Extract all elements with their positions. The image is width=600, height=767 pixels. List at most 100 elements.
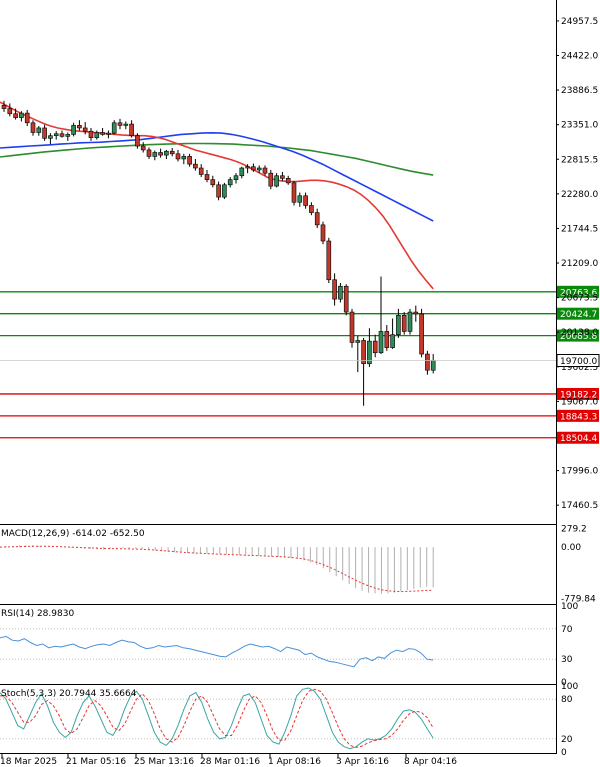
time-axis: 18 Mar 2025 21 Mar 05:16 25 Mar 13:16 28 Ma… — [0, 754, 457, 767]
candle-body — [303, 195, 308, 206]
candle-body — [106, 132, 111, 135]
rsi-tick-label: 100 — [561, 602, 578, 612]
candle-body — [326, 240, 332, 281]
candle-body — [19, 112, 24, 118]
macd-tick-label: 0.00 — [561, 543, 581, 553]
candle-body — [193, 163, 198, 169]
candle-body — [71, 125, 76, 135]
price-tick-label: 21209.0 — [561, 259, 598, 269]
price-tick-label: 17996.0 — [561, 467, 598, 477]
stoch-panel: 100 80 20 0 Stoch(5,3,3) 20.7944 35.6664 — [0, 682, 578, 758]
candle-body — [419, 313, 424, 355]
candle-body — [297, 195, 303, 203]
candle-body — [135, 135, 140, 147]
candle-body — [268, 172, 274, 187]
candle-body — [88, 130, 94, 138]
stoch-tick-label: 0 — [561, 748, 567, 758]
candle-body — [169, 150, 175, 155]
candle-body — [123, 123, 129, 126]
rsi-tick-label: 30 — [561, 655, 573, 665]
price-tick-label: 21744.5 — [561, 224, 598, 234]
price-tick-label: 23886.5 — [561, 86, 598, 96]
candle-body — [204, 174, 210, 180]
candle-body — [111, 122, 117, 134]
stoch-tick-label: 80 — [561, 695, 573, 705]
candle-body — [338, 285, 343, 300]
candle-body — [94, 132, 100, 138]
candle-body — [343, 285, 349, 313]
level-label: 18504.4 — [560, 434, 597, 444]
candle-body — [320, 224, 326, 242]
price-tick-label: 23351.0 — [561, 121, 598, 131]
candle-body — [262, 167, 268, 174]
stoch-tick-label: 20 — [561, 735, 573, 745]
candle-body — [216, 184, 221, 198]
candle-body — [233, 175, 239, 180]
candle-body — [256, 167, 262, 171]
rsi-tick-label: 70 — [561, 625, 573, 635]
candle-body — [384, 331, 390, 348]
candle-body — [413, 311, 419, 315]
candle-body — [7, 108, 13, 115]
candle-body — [164, 150, 169, 156]
price-tick-label: 20673.5 — [561, 294, 598, 304]
candle-body — [146, 149, 152, 157]
candle-body — [314, 212, 320, 226]
candle-body — [77, 125, 82, 129]
price-tick-label: 17460.5 — [561, 501, 598, 511]
candle-body — [280, 175, 285, 179]
candle-body — [251, 166, 256, 171]
candle-body — [407, 311, 413, 332]
candle-body — [372, 340, 378, 354]
candle-body — [401, 314, 407, 332]
rsi-panel: 10070300RSI(14) 28.9830 — [0, 602, 578, 688]
candle-body — [53, 133, 59, 137]
candle-body — [355, 340, 361, 343]
candle-body — [30, 122, 36, 133]
rsi-label: RSI(14) 28.9830 — [1, 609, 74, 619]
candle-body — [349, 311, 355, 343]
candle-body — [65, 134, 71, 137]
stoch-tick-label: 100 — [561, 682, 578, 692]
candle-body — [187, 156, 192, 165]
candle-body — [396, 314, 401, 335]
macd-tick-label: 279.2 — [561, 525, 587, 535]
time-tick-label: 1 Apr 08:16 — [268, 757, 321, 767]
ma-slow-line — [0, 142, 434, 176]
level-label: 18843.3 — [560, 412, 597, 422]
candle-body — [129, 123, 134, 137]
time-tick-label: 28 Mar 01:16 — [200, 757, 260, 767]
candle-body — [227, 179, 233, 186]
candle-body — [181, 156, 187, 160]
candle-body — [210, 179, 216, 186]
candle-body — [48, 135, 53, 139]
trading-chart: 20763.620424.720085.819182.218843.318504… — [0, 0, 600, 767]
candle-body — [36, 127, 42, 133]
time-tick-label: 18 Mar 2025 — [0, 757, 57, 767]
level-label: 20424.7 — [560, 310, 597, 320]
candle-body — [117, 122, 123, 126]
candle-body — [274, 175, 279, 187]
candle-body — [152, 152, 158, 157]
candle-body — [309, 205, 314, 213]
candle-body — [100, 132, 105, 135]
candle-body — [42, 127, 47, 139]
candle-body — [239, 167, 245, 177]
candle-body — [158, 152, 163, 156]
candle-body — [291, 182, 297, 203]
candle-body — [13, 113, 18, 118]
chart-frame — [0, 0, 557, 754]
price-tick-label: 22815.5 — [561, 155, 598, 165]
macd-label: MACD(12,26,9) -614.02 -652.50 — [1, 529, 145, 539]
time-tick-label: 3 Apr 16:16 — [336, 757, 389, 767]
candle-body — [1, 105, 7, 109]
price-tick-label: 24957.5 — [561, 17, 598, 27]
candle-body — [425, 353, 430, 371]
ma-mid-line — [0, 131, 434, 222]
candle-body — [285, 178, 291, 184]
candle-body — [245, 166, 250, 169]
rsi-line — [0, 635, 434, 668]
candle-body — [222, 184, 227, 198]
candle-body — [378, 331, 384, 354]
price-tick-label: 24422.0 — [561, 51, 598, 61]
